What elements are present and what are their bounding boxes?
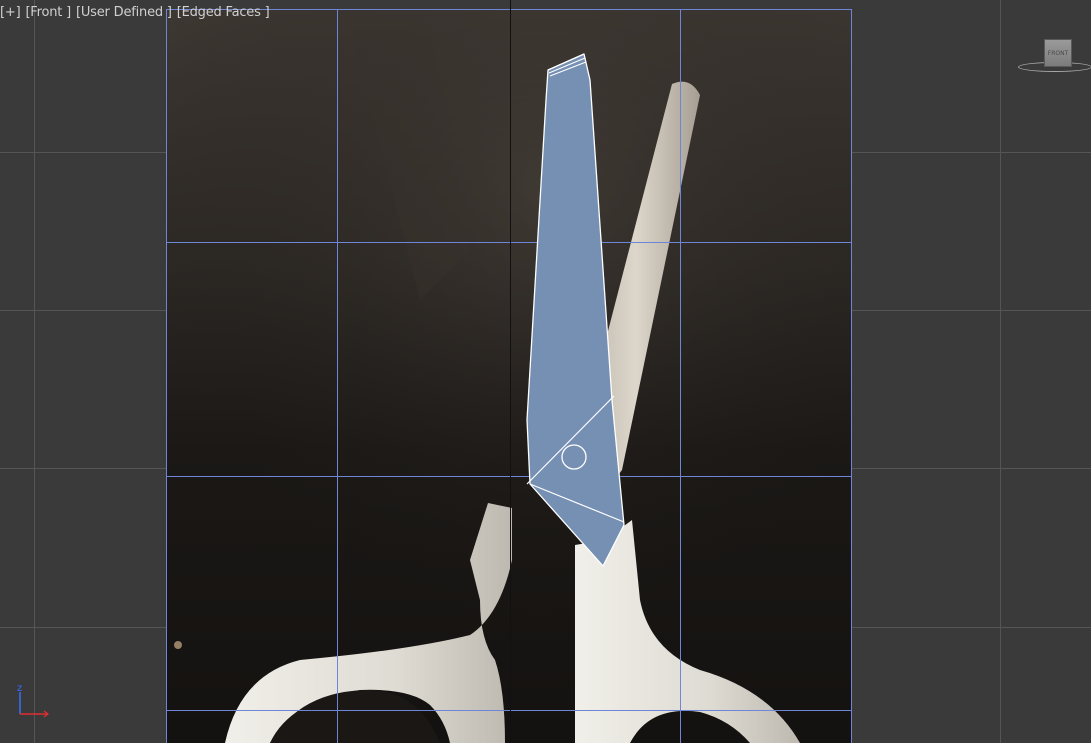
z-axis-label: z — [17, 683, 22, 694]
background-speck — [174, 641, 182, 649]
viewport-shading-menu[interactable]: [User Defined ] — [76, 5, 172, 20]
axis-tripod: z — [17, 683, 49, 718]
viewport-general-menu[interactable]: [+] — [0, 5, 21, 20]
viewcube-front-face[interactable]: FRONT — [1044, 39, 1072, 67]
reference-image-plane[interactable] — [166, 9, 852, 743]
front-viewport[interactable]: [+] [Front ] [User Defined ] [Edged Face… — [0, 0, 1091, 743]
viewport-point-of-view-menu[interactable]: [Front ] — [25, 5, 71, 20]
viewport-label-menu: [+] [Front ] [User Defined ] [Edged Face… — [0, 5, 270, 20]
viewcube[interactable]: FRONT — [1018, 36, 1091, 80]
viewport-display-mode-menu[interactable]: [Edged Faces ] — [177, 5, 270, 20]
viewport-scene[interactable] — [0, 0, 1091, 743]
